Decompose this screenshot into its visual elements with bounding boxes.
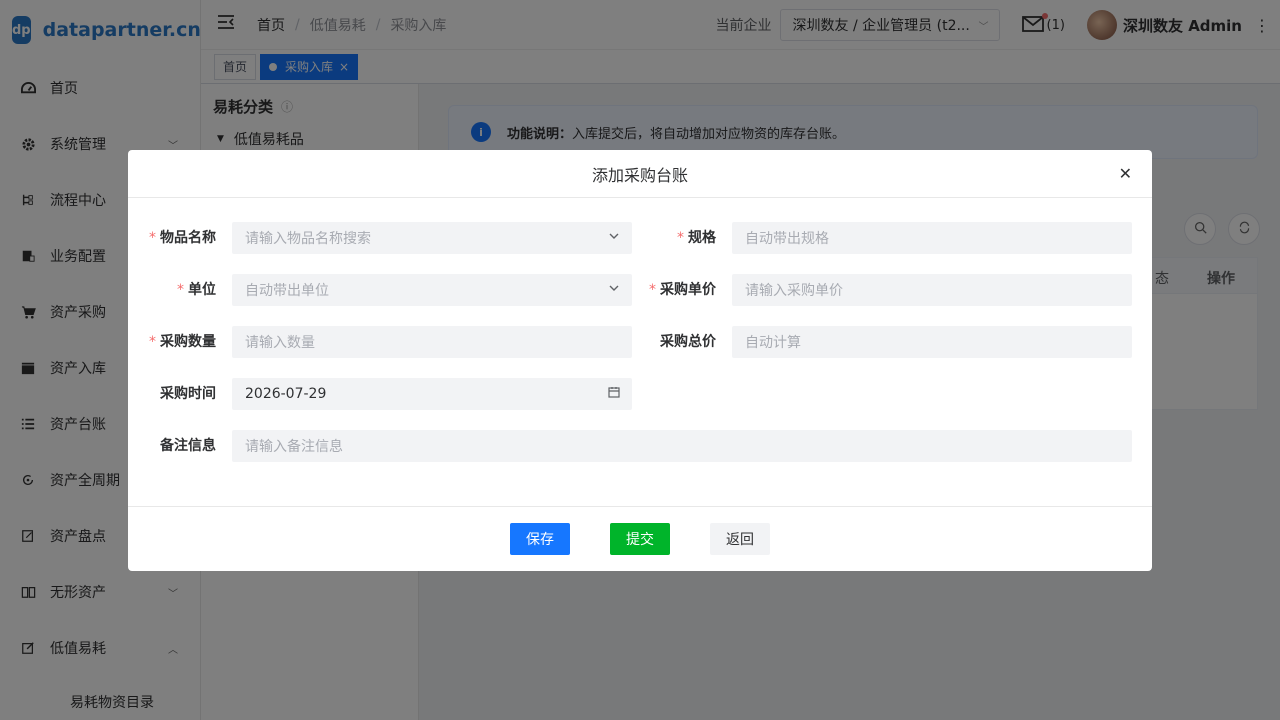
spec-label: * 规格 (677, 230, 716, 246)
purchase-time-picker[interactable]: 2026-07-29 (232, 378, 632, 410)
submit-button[interactable]: 提交 (610, 523, 670, 555)
dialog-footer: 保存 提交 返回 (128, 506, 1152, 571)
remarks-label: 备注信息 (160, 438, 216, 454)
quantity-label: * 采购数量 (149, 334, 216, 350)
calendar-icon (608, 386, 620, 401)
dialog-body: * 物品名称 请输入物品名称搜索 * 规格 自动带出规格 * 单位 自动带出单位 * 采… (128, 198, 1152, 506)
item-name-label: * 物品名称 (149, 230, 216, 246)
item-name-select[interactable]: 请输入物品名称搜索 (232, 222, 632, 254)
dialog-header: 添加采购台账 ✕ (128, 150, 1152, 198)
close-icon[interactable]: ✕ (1119, 164, 1132, 183)
quantity-input[interactable]: 请输入数量 (232, 326, 632, 358)
total-price-input[interactable]: 自动计算 (732, 326, 1132, 358)
unit-price-label: * 采购单价 (649, 282, 716, 298)
spec-input[interactable]: 自动带出规格 (732, 222, 1132, 254)
chevron-down-icon (608, 230, 620, 245)
unit-price-input[interactable]: 请输入采购单价 (732, 274, 1132, 306)
dialog-title: 添加采购台账 (591, 165, 688, 185)
save-button[interactable]: 保存 (510, 523, 570, 555)
purchase-time-label: 采购时间 (160, 386, 216, 402)
unit-label: * 单位 (177, 282, 216, 298)
remarks-input[interactable]: 请输入备注信息 (232, 430, 1132, 462)
back-button[interactable]: 返回 (710, 523, 770, 555)
unit-select[interactable]: 自动带出单位 (232, 274, 632, 306)
chevron-down-icon (608, 282, 620, 297)
add-purchase-dialog: 添加采购台账 ✕ * 物品名称 请输入物品名称搜索 * 规格 自动带出规格 * 单位 … (128, 150, 1152, 571)
total-price-label: 采购总价 (660, 334, 716, 350)
